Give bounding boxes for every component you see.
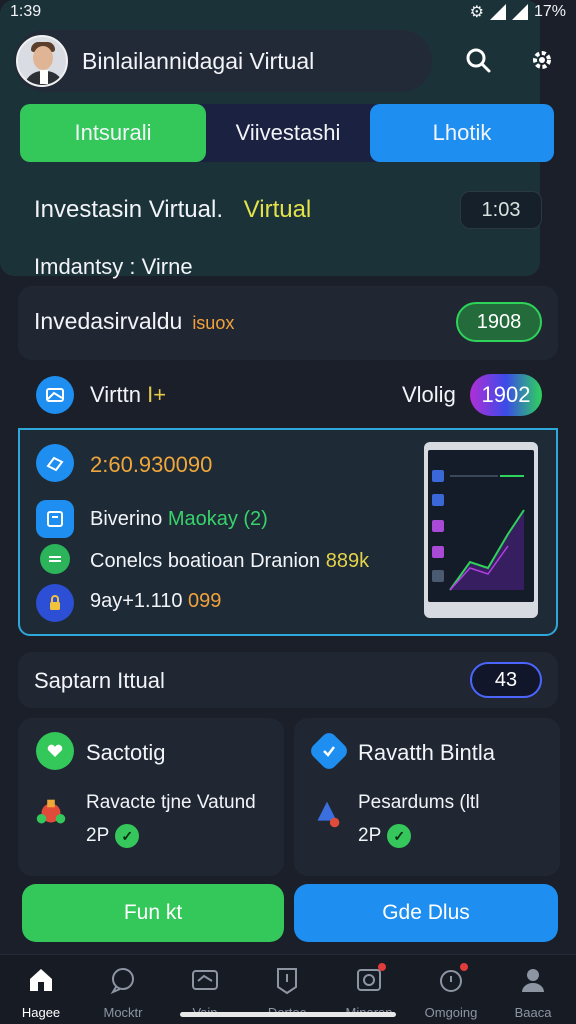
check-icon: ✓	[387, 824, 412, 848]
detail-row-2: Biverino Maokay (2)	[90, 508, 268, 530]
spotlight-title: Saptarn Ittual	[34, 668, 165, 693]
search-icon[interactable]	[458, 40, 498, 80]
nav-item-omgoing[interactable]: Omgoing	[410, 963, 492, 1020]
balance-value: 2:60.930090	[90, 452, 213, 477]
mini-card-title: Sactotig	[86, 740, 166, 765]
shield-check-icon	[307, 729, 351, 773]
wallet-icon	[190, 965, 220, 995]
detail-row-3: Conelcs boatioan Dranion 889k	[90, 550, 370, 572]
section-title: Investasin Virtual. Virtual	[34, 196, 312, 223]
gear-icon[interactable]	[522, 40, 562, 80]
mini-card-sactotig[interactable]: Sactotig Ravacte tjne Vatund 2P ✓	[18, 718, 284, 876]
rocket-icon	[308, 794, 346, 832]
detail-row-4: 9ay+1.110 099	[90, 590, 222, 612]
notification-dot	[378, 963, 386, 971]
spotlight-count-badge[interactable]: 43	[470, 662, 542, 698]
plus-icon: I+	[147, 382, 167, 407]
secondary-button[interactable]: Gde Dlus	[294, 884, 558, 942]
nav-item-mocktr[interactable]: Mocktr	[82, 965, 164, 1020]
notification-dot	[460, 963, 468, 971]
profile-icon	[518, 965, 548, 995]
mini-card-text: Pesardums (ltl	[358, 792, 480, 813]
tab-bar: Intsurali Viivestashi Lhotik	[20, 104, 554, 162]
alarm-icon	[436, 963, 468, 995]
time-pill[interactable]: 1:03	[460, 191, 542, 229]
gift-icon	[354, 963, 386, 995]
signal-icon	[511, 4, 528, 20]
reward-icon	[32, 794, 70, 832]
clock-icon	[272, 965, 302, 995]
tab-lhotik[interactable]: Lhotik	[370, 104, 554, 162]
primary-button[interactable]: Fun kt	[22, 884, 284, 942]
nav-item-home[interactable]: Hagee	[0, 965, 82, 1020]
investment-value-pill[interactable]: 1908	[456, 302, 542, 342]
tab-intsurali[interactable]: Intsurali	[20, 104, 206, 162]
tab-viivestashi[interactable]: Viivestashi	[206, 104, 370, 162]
leaf-icon	[40, 544, 70, 574]
status-time: 1:39	[10, 3, 42, 20]
home-indicator	[180, 1012, 396, 1017]
mini-card-meta: 2P ✓	[86, 824, 140, 848]
document-icon	[36, 500, 74, 538]
section-accent: Virtual	[243, 196, 312, 223]
wifi-icon	[489, 4, 506, 20]
chart-badge-icon	[36, 376, 74, 414]
check-icon: ✓	[115, 824, 140, 848]
status-icons: ⚙ 17%	[470, 2, 566, 22]
virtual-summary-label: Virttn I+	[90, 382, 167, 407]
profile-header[interactable]: Binlailannidagai Virtual	[14, 30, 432, 92]
chat-icon	[108, 965, 138, 995]
phone-chart-preview	[428, 450, 534, 602]
heart-icon	[36, 732, 74, 770]
lock-icon	[36, 584, 74, 622]
virtual-summary-right-label: Vlolig	[402, 382, 456, 407]
home-icon	[26, 965, 56, 995]
mini-card-title: Ravatth Bintla	[358, 740, 495, 765]
wallet-icon	[36, 444, 74, 482]
mini-card-meta: 2P ✓	[358, 824, 412, 848]
nav-item-baaca[interactable]: Baaca	[492, 965, 574, 1020]
vibrate-icon: ⚙	[469, 4, 484, 21]
investment-card-title: Invedasirvaldu isuox	[34, 308, 235, 334]
battery-level: 17%	[533, 3, 566, 20]
avatar[interactable]	[16, 35, 68, 87]
status-bar: 1:39 ⚙ 17%	[0, 0, 576, 24]
app-title: Binlailannidagai Virtual	[82, 47, 315, 74]
mini-card-text: Ravacte tjne Vatund	[86, 792, 256, 813]
mini-card-ravatth[interactable]: Ravatth Bintla Pesardums (ltl 2P ✓	[294, 718, 560, 876]
investment-tag: isuox	[192, 313, 235, 333]
virtual-summary-pill[interactable]: 1902	[470, 374, 542, 416]
subtitle: Imdantsy : Virne	[34, 254, 193, 279]
phone-preview-image	[424, 442, 538, 618]
